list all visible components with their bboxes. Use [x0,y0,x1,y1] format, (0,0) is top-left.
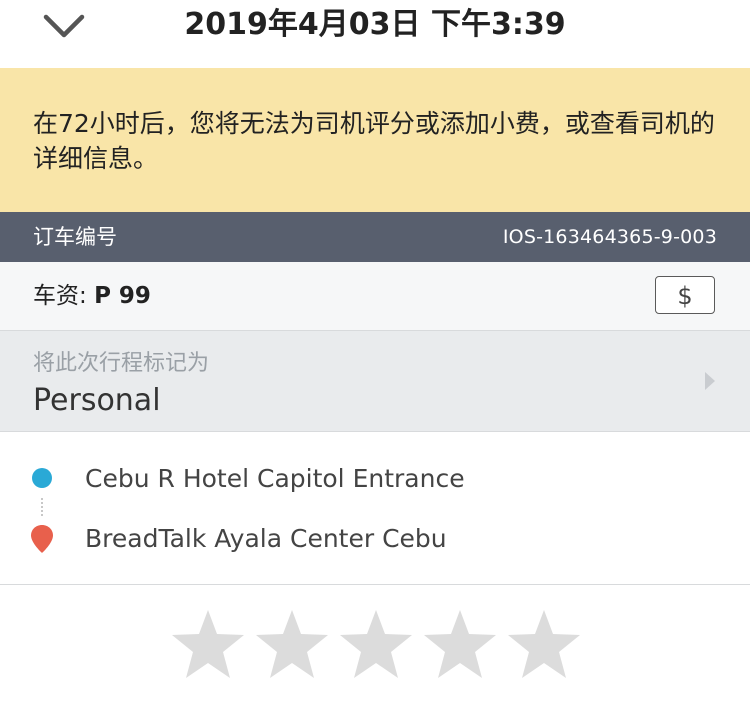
pickup-location: Cebu R Hotel Capitol Entrance [85,464,465,493]
notice-text: 在72小时后，您将无法为司机评分或添加小费，或查看司机的详细信息。 [33,109,715,173]
mark-trip-row[interactable]: 将此次行程标记为 Personal [0,331,750,432]
booking-code-label: 订车编号 [33,225,117,249]
route-connector [41,498,45,516]
fare-text: 车资: P 99 [33,262,151,330]
star-icon[interactable] [170,608,246,680]
dropoff-location: BreadTalk Ayala Center Cebu [85,524,447,553]
fare-label: 车资: [33,283,95,309]
location-pin-icon [31,525,53,553]
fare-amount: P 99 [94,283,151,309]
page-title: 2019年4月03日 下午3:39 [184,7,566,42]
header: 2019年4月03日 下午3:39 [0,0,750,68]
star-icon[interactable] [422,608,498,680]
fare-row: 车资: P 99 $ [0,262,750,331]
add-tip-button[interactable]: $ [655,276,715,314]
pickup-dot-icon [32,468,52,488]
rating-notice-banner: 在72小时后，您将无法为司机评分或添加小费，或查看司机的详细信息。 [0,68,750,212]
star-icon[interactable] [506,608,582,680]
star-icon[interactable] [254,608,330,680]
booking-code-bar: 订车编号 IOS-163464365-9-003 [0,212,750,262]
mark-trip-label: 将此次行程标记为 [33,351,210,376]
route-section: Cebu R Hotel Capitol Entrance BreadTalk … [0,432,750,585]
booking-code-value: IOS-163464365-9-003 [502,226,717,248]
star-icon[interactable] [338,608,414,680]
chevron-right-icon [705,372,715,390]
rating-stars [0,608,750,688]
mark-trip-value: Personal [33,383,161,418]
